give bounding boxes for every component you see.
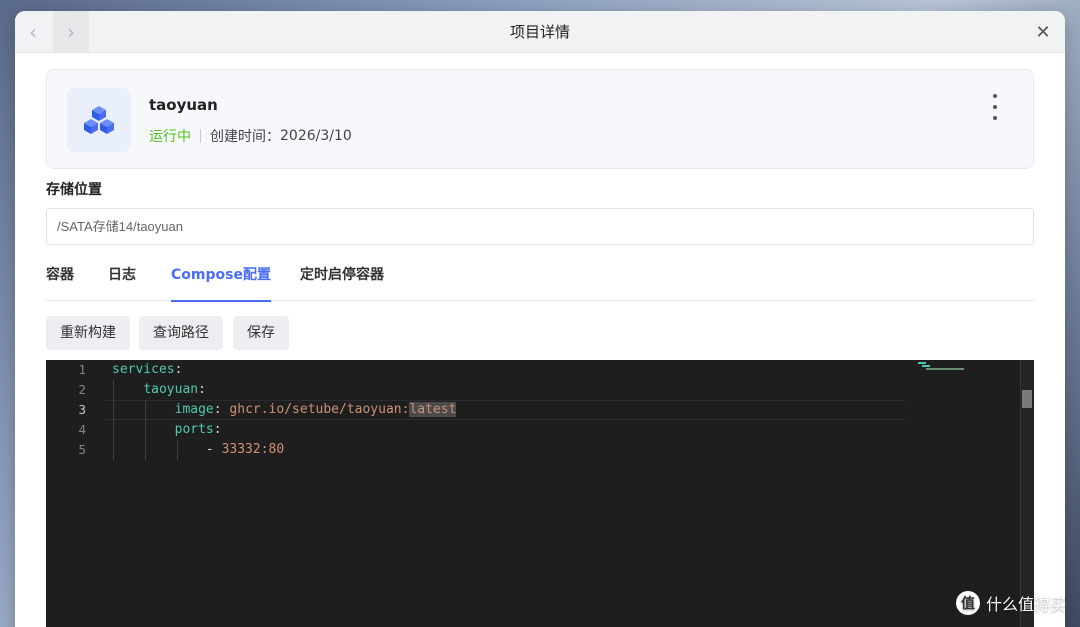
meta-divider [200, 129, 201, 143]
code-line: image: ghcr.io/setube/taoyuan:latest [112, 400, 457, 420]
watermark-logo: 值 [955, 591, 980, 615]
tab-compose-config[interactable]: Compose配置 [171, 263, 271, 302]
code-line: - 33332:80 [112, 440, 284, 460]
code-line: services: [112, 360, 182, 380]
watermark-text: 什么值得买 [985, 595, 1066, 614]
app-avatar [67, 88, 131, 152]
line-number: 2 [78, 382, 86, 397]
close-button[interactable]: ✕ [1029, 11, 1057, 53]
query-path-button[interactable]: 查询路径 [139, 316, 223, 350]
created-date: 2026/3/10 [280, 128, 352, 144]
project-name: taoyuan [149, 96, 218, 114]
line-number: 3 [78, 402, 86, 417]
project-card: taoyuan 运行中 创建时间： 2026/3/10 [46, 69, 1034, 169]
yaml-value: 33332:80 [221, 442, 285, 457]
project-meta: 运行中 创建时间： 2026/3/10 [149, 126, 352, 146]
compose-editor[interactable]: 1 2 3 4 5 services: taoyuan: image: ghcr… [46, 360, 1034, 627]
tab-scheduled-start-stop[interactable]: 定时启停容器 [300, 263, 384, 301]
storage-path-field[interactable]: /SATA存储14/taoyuan [46, 208, 1034, 245]
yaml-key: ports [174, 422, 214, 437]
editor-minimap[interactable] [918, 362, 964, 372]
yaml-value: ghcr.io/setube/taoyuan: [229, 402, 410, 417]
created-label: 创建时间： [210, 129, 280, 145]
scrollbar-thumb[interactable] [1022, 390, 1032, 408]
window-title: 项目详情 [509, 23, 570, 41]
editor-scrollbar[interactable] [1020, 360, 1034, 627]
yaml-punct: : [198, 382, 206, 397]
yaml-punct: : [174, 362, 183, 377]
rebuild-button[interactable]: 重新构建 [46, 316, 130, 350]
watermark: 值 什么值得买 [955, 590, 1066, 616]
yaml-key: taoyuan [143, 382, 199, 397]
line-number: 4 [78, 422, 86, 437]
line-number: 1 [78, 362, 86, 377]
selected-word-highlight: latest [409, 402, 457, 417]
project-detail-window: ‹ › 项目详情 ✕ taoyuan 运行中 创建时间： 2026/3/10 存… [15, 11, 1065, 627]
code-line: ports: [112, 420, 222, 440]
more-button[interactable] [985, 94, 1005, 120]
more-vertical-icon [993, 94, 997, 98]
line-number-gutter: 1 2 3 4 5 [46, 360, 106, 627]
storage-location-label: 存储位置 [46, 182, 102, 198]
yaml-punct: : [213, 422, 222, 437]
code-line: taoyuan: [112, 380, 206, 400]
close-icon: ✕ [1035, 21, 1051, 43]
yaml-punct: : [213, 402, 222, 417]
title-bar: ‹ › 项目详情 ✕ [15, 11, 1065, 53]
line-number: 5 [78, 442, 86, 457]
yaml-key: services [112, 362, 175, 377]
yaml-key: image [174, 402, 214, 417]
tab-logs[interactable]: 日志 [108, 263, 136, 301]
status-badge: 运行中 [149, 129, 191, 145]
tab-bar: 容器 日志 Compose配置 定时启停容器 [46, 263, 1034, 302]
cubes-icon [84, 106, 114, 134]
save-button[interactable]: 保存 [233, 316, 289, 350]
yaml-punct: - [205, 442, 222, 457]
tab-containers[interactable]: 容器 [46, 263, 74, 301]
